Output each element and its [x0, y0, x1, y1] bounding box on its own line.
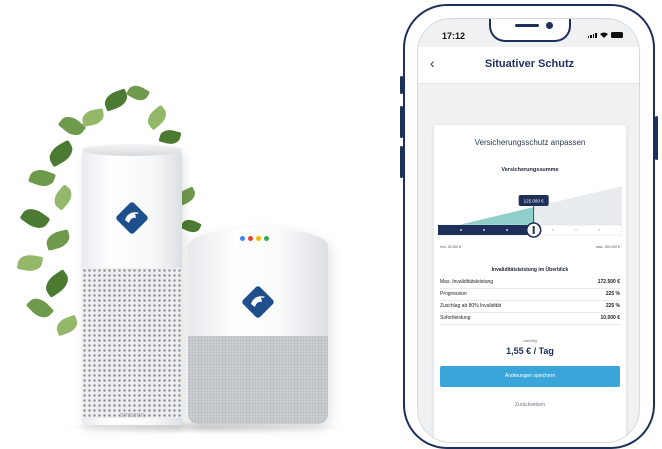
slider-track-fill	[438, 225, 534, 235]
google-home-speaker	[188, 228, 328, 424]
led-light	[248, 236, 253, 241]
echo-speaker-mesh	[82, 268, 182, 418]
eagle-shield-icon	[242, 286, 274, 318]
mute-switch	[400, 76, 403, 94]
list-item: Max. Invaliditätsleistung 172.500 €	[440, 277, 620, 289]
eagle-shield-icon	[116, 202, 148, 234]
status-icons	[587, 32, 623, 38]
page-title: Situativer Schutz	[484, 58, 575, 70]
earpiece	[515, 24, 539, 27]
amazon-echo-speaker: amazon	[82, 144, 182, 425]
home-fabric-base	[188, 336, 328, 424]
status-time: 17:12	[442, 31, 466, 41]
slider-label: Versicherungssumme	[501, 167, 559, 173]
slider-range-labels: min. 25.000 € max. 150.000 €	[440, 245, 620, 253]
value-bubble-text: 125.000 €	[524, 199, 545, 204]
phone-frame: 17:12 ‹ Situativer Schutz Versicherungss…	[400, 4, 658, 449]
price-label: zukünftig	[522, 339, 537, 343]
slider-grip-icon	[532, 226, 535, 234]
led-light	[264, 236, 269, 241]
slider-tick	[598, 229, 600, 231]
range-max: max. 150.000 €	[595, 245, 620, 249]
phone-notch	[489, 19, 571, 42]
list-item: Sofortleistung 10.000 €	[440, 313, 620, 325]
front-camera	[546, 22, 553, 29]
list-item: Progression 225 %	[440, 289, 620, 301]
product-photo: amazon	[0, 0, 400, 437]
slider-tick	[483, 229, 485, 231]
led-light	[240, 236, 245, 241]
volume-down-button	[400, 146, 403, 178]
battery-icon	[611, 32, 623, 38]
slider-tick	[460, 229, 462, 231]
echo-top-ring	[82, 144, 182, 156]
save-changes-button[interactable]: Änderungen speichern	[440, 366, 620, 387]
power-button	[655, 116, 658, 160]
volume-up-button	[400, 106, 403, 138]
section-title: Invaliditätsleistung im Überblick	[491, 267, 569, 273]
wifi-icon	[600, 32, 608, 38]
app-bar: ‹ Situativer Schutz	[418, 47, 639, 84]
slider-tick	[552, 229, 554, 231]
list-item: Zuschlag ab 80% Invalidität 225 %	[440, 301, 620, 313]
slider-tick	[575, 229, 577, 231]
range-min: min. 25.000 €	[440, 245, 462, 249]
slider-tick	[506, 229, 508, 231]
benefit-list: Max. Invaliditätsleistung 172.500 € Progr…	[440, 277, 620, 325]
led-light	[256, 236, 261, 241]
phone-screen: 17:12 ‹ Situativer Schutz Versicherungss…	[417, 18, 640, 443]
echo-brand-text: amazon	[119, 412, 145, 419]
reset-link[interactable]: Zurücksetzen	[434, 402, 626, 408]
card-title: Versicherungsschutz anpassen	[474, 138, 586, 147]
coverage-card: Versicherungsschutz anpassen Versicherun…	[434, 125, 626, 442]
daily-price: 1,55 € / Tag	[506, 346, 554, 356]
signal-icon	[587, 32, 597, 38]
coverage-slider[interactable]: 125.000 €	[438, 180, 622, 250]
